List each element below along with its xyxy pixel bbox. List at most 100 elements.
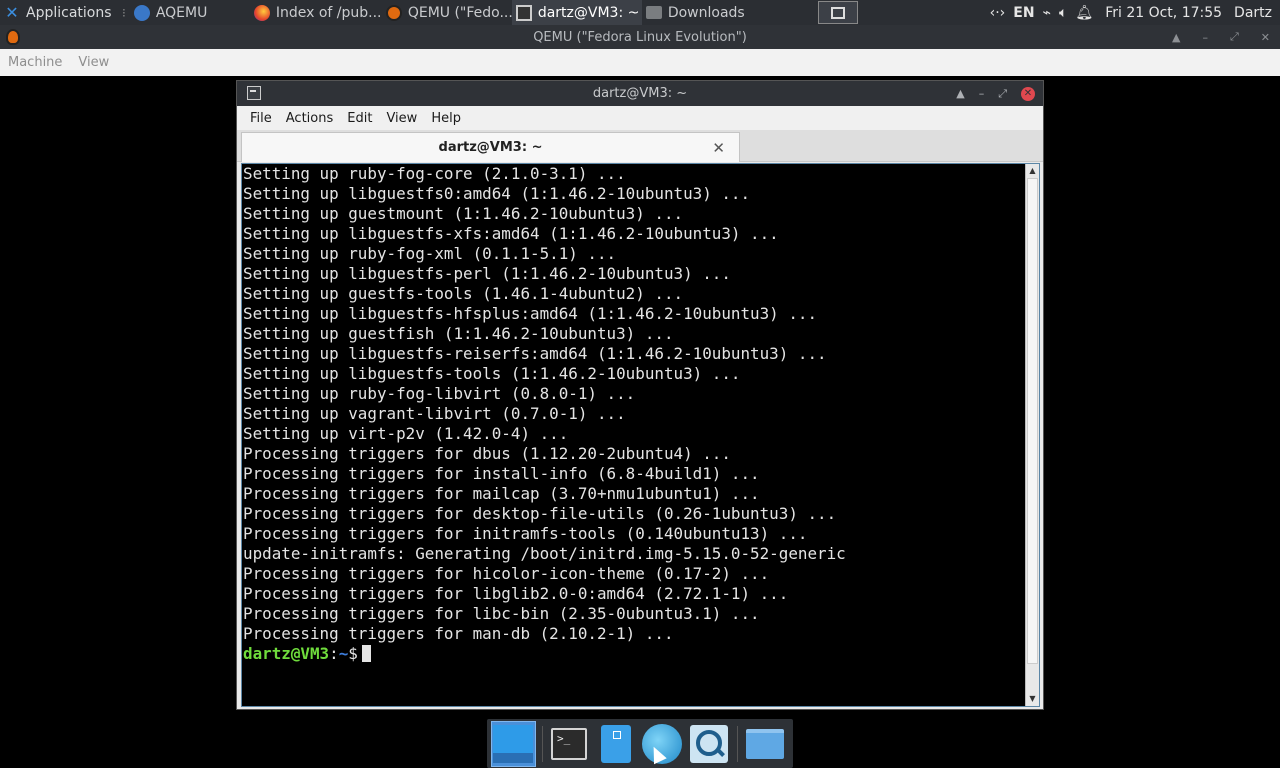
terminal-line: Processing triggers for install-info (6.… [243, 464, 760, 483]
terminal-line: Setting up libguestfs-xfs:amd64 (1:1.46.… [243, 224, 779, 243]
notification-bell-icon[interactable]: 🔔︎ [1071, 0, 1097, 25]
terminal-line: Processing triggers for initramfs-tools … [243, 524, 808, 543]
top-panel: ✕ Applications ⁝ AQEMU Index of /pub... … [0, 0, 1280, 25]
terminal-titlebar[interactable]: dartz@VM3: ~ ▲ – ⤢ ✕ [237, 81, 1043, 106]
app-finder-icon [690, 724, 729, 763]
terminal-line: Setting up libguestfs-perl (1:1.46.2-10u… [243, 264, 731, 283]
taskbar-item-aqemu[interactable]: AQEMU [130, 0, 250, 25]
dock-separator [541, 725, 543, 762]
menu-help[interactable]: Help [424, 111, 468, 126]
scroll-up-icon[interactable]: ▲ [1026, 164, 1039, 178]
qemu-window-controls: ▲ – ⤢ ✕ [1172, 25, 1270, 49]
terminal-window-controls: ▲ – ⤢ ✕ [956, 81, 1035, 106]
folder-icon [745, 728, 784, 759]
file-manager-icon [600, 724, 631, 763]
terminal-line: Setting up vagrant-libvirt (0.7.0-1) ... [243, 404, 626, 423]
terminal-line: Setting up libguestfs-reiserfs:amd64 (1:… [243, 344, 827, 363]
volume-icon[interactable]: 🔈︎ [1055, 0, 1071, 25]
terminal-tabbar: dartz@VM3: ~ ✕ [237, 130, 1043, 162]
user-menu[interactable]: Dartz [1230, 0, 1280, 25]
terminal-line: Setting up libguestfs-hfsplus:amd64 (1:1… [243, 304, 818, 323]
terminal-menubar: File Actions Edit View Help [237, 106, 1043, 130]
terminal-icon [830, 6, 845, 19]
terminal-line: Processing triggers for hicolor-icon-the… [243, 564, 770, 583]
task-label: Index of /pub... [275, 4, 382, 21]
prompt-path: ~ [338, 644, 349, 663]
qemu-menubar: Machine View [0, 49, 1280, 76]
qemu-titlebar[interactable]: QEMU ("Fedora Linux Evolution") ▲ – ⤢ ✕ [0, 25, 1280, 49]
terminal-line: Processing triggers for libglib2.0-0:amd… [243, 584, 789, 603]
terminal-line: Setting up guestfish (1:1.46.2-10ubuntu3… [243, 324, 674, 343]
folder-icon [645, 6, 662, 19]
xfce-logo-icon: ✕ [5, 2, 19, 22]
panel-tray: ‹·› EN ⌁ 🔈︎ 🔔︎ Fri 21 Oct, 17:55 Dartz [986, 0, 1280, 25]
dock-terminal[interactable]: >_ [547, 721, 592, 767]
network-disconnected-icon[interactable]: ⌁ [1039, 0, 1055, 25]
taskbar-item-firefox[interactable]: Index of /pub... [250, 0, 382, 25]
qemu-icon [385, 4, 402, 21]
close-button[interactable]: ✕ [1021, 86, 1035, 101]
panel-separator: ⁝ [122, 5, 126, 20]
terminal-line: Processing triggers for dbus (1.12.20-2u… [243, 444, 731, 463]
dock-show-desktop[interactable] [491, 720, 536, 767]
terminal-line: update-initramfs: Generating /boot/initr… [243, 544, 846, 563]
terminal-icon [247, 86, 261, 100]
dock-app-finder[interactable] [687, 721, 732, 767]
tab-close-icon[interactable]: ✕ [712, 139, 725, 157]
minimize-button[interactable]: – [1202, 31, 1208, 44]
qemu-icon [6, 29, 20, 45]
menu-machine[interactable]: Machine [0, 55, 70, 70]
scroll-down-icon[interactable]: ▼ [1026, 692, 1039, 706]
dock-file-manager[interactable] [593, 721, 638, 767]
shade-button[interactable]: ▲ [1172, 31, 1180, 44]
shade-button[interactable]: ▲ [956, 87, 964, 100]
taskbar-item-qemu[interactable]: QEMU ("Fedo... [382, 0, 512, 25]
terminal-line: Processing triggers for man-db (2.10.2-1… [243, 624, 674, 643]
menu-file[interactable]: File [243, 111, 279, 126]
dock-folder[interactable] [742, 721, 787, 767]
text-cursor [361, 645, 371, 662]
close-button[interactable]: ✕ [1261, 31, 1270, 44]
minimize-button[interactable]: – [979, 87, 985, 100]
web-browser-icon [642, 723, 683, 764]
terminal-icon [515, 4, 532, 21]
task-label: Downloads [667, 4, 745, 21]
dock-web-browser[interactable] [640, 721, 685, 767]
scrollbar-thumb[interactable] [1027, 178, 1038, 664]
terminal-window: dartz@VM3: ~ ▲ – ⤢ ✕ File Actions Edit V… [236, 80, 1044, 710]
terminal-line: Setting up ruby-fog-core (2.1.0-3.1) ... [243, 164, 626, 183]
qemu-window-title: QEMU ("Fedora Linux Evolution") [533, 29, 747, 45]
keyboard-layout-indicator[interactable]: EN [1009, 0, 1038, 25]
task-label: QEMU ("Fedo... [407, 4, 512, 21]
menu-view[interactable]: View [379, 111, 424, 126]
aqemu-icon [133, 4, 150, 21]
menu-actions[interactable]: Actions [279, 111, 341, 126]
clock[interactable]: Fri 21 Oct, 17:55 [1097, 0, 1230, 25]
menu-edit[interactable]: Edit [340, 111, 379, 126]
terminal-line: Setting up libguestfs-tools (1:1.46.2-10… [243, 364, 741, 383]
terminal-tab[interactable]: dartz@VM3: ~ ✕ [241, 132, 740, 162]
terminal-scrollbar[interactable]: ▲ ▼ [1025, 164, 1039, 706]
firefox-icon [253, 4, 270, 21]
terminal-output: Setting up ruby-fog-core (2.1.0-3.1) ...… [243, 164, 1023, 664]
taskbar-item-terminal[interactable]: dartz@VM3: ~ [511, 0, 642, 25]
applications-menu[interactable]: ✕ Applications [0, 0, 118, 25]
terminal-line: Processing triggers for desktop-file-uti… [243, 504, 837, 523]
terminal-line: Setting up ruby-fog-xml (0.1.1-5.1) ... [243, 244, 617, 263]
terminal-window-title: dartz@VM3: ~ [592, 86, 688, 101]
prompt-symbol: $ [348, 644, 358, 663]
terminal-line: Setting up virt-p2v (1.42.0-4) ... [243, 424, 569, 443]
maximize-button[interactable]: ⤢ [1230, 30, 1239, 44]
terminal-icon: >_ [551, 727, 588, 760]
terminal-line: Setting up guestmount (1:1.46.2-10ubuntu… [243, 204, 684, 223]
dock: >_ [487, 719, 793, 768]
maximize-button[interactable]: ⤢ [998, 87, 1007, 101]
applications-label: Applications [26, 4, 112, 21]
menu-view[interactable]: View [70, 55, 117, 70]
panel-launcher-terminal[interactable] [817, 1, 858, 24]
terminal-output-area[interactable]: Setting up ruby-fog-core (2.1.0-3.1) ...… [241, 163, 1040, 707]
taskbar-item-downloads[interactable]: Downloads [642, 0, 782, 25]
network-arrows-icon[interactable]: ‹·› [986, 0, 1010, 25]
task-label: dartz@VM3: ~ [537, 4, 640, 21]
terminal-line: Setting up guestfs-tools (1.46.1-4ubuntu… [243, 284, 684, 303]
